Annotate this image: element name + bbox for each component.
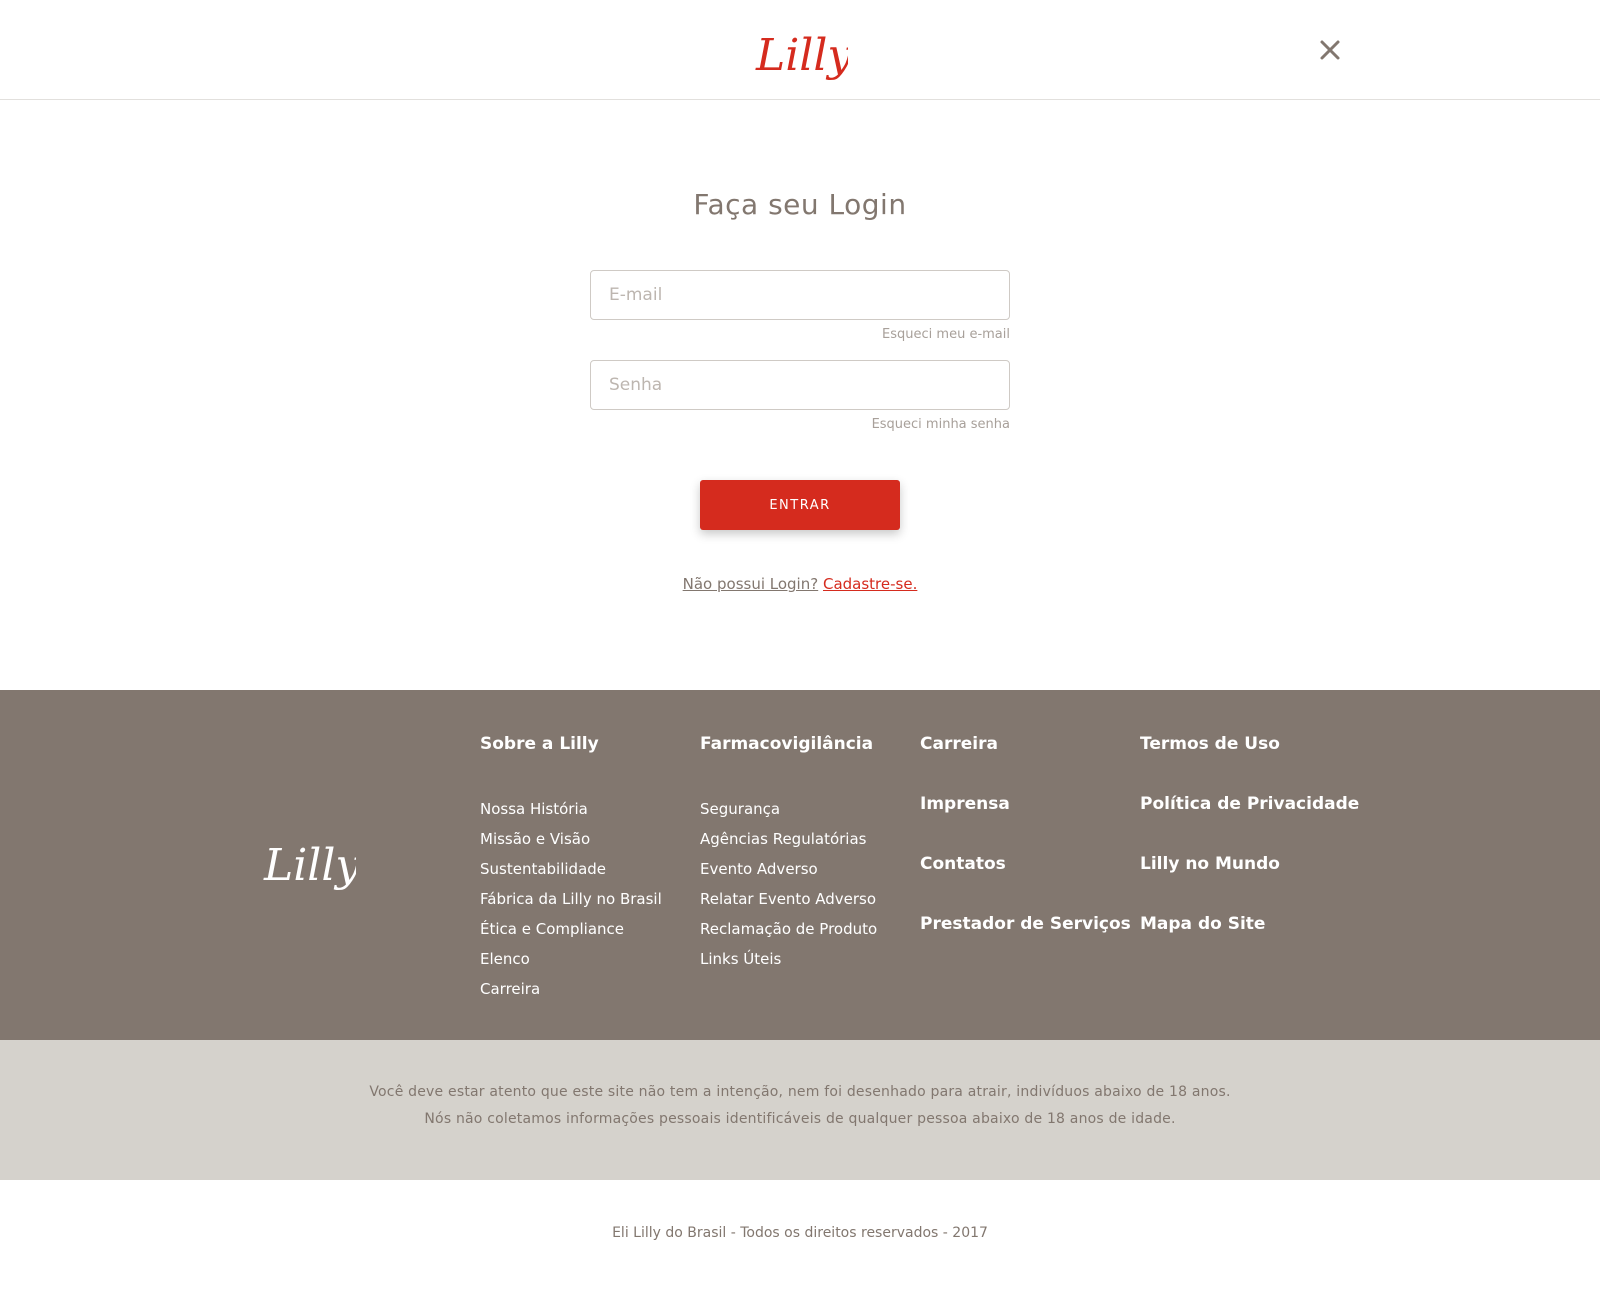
footer-main-link[interactable]: Termos de Uso <box>1140 734 1359 794</box>
footer-about-list: Nossa História Missão e Visão Sustentabi… <box>480 794 662 1004</box>
signup-prompt: Não possui Login? Cadastre-se. <box>0 575 1600 593</box>
footer-main-link[interactable]: Imprensa <box>920 794 1131 854</box>
footer-link[interactable]: Evento Adverso <box>700 854 877 884</box>
login-button[interactable]: ENTRAR <box>700 480 900 530</box>
footer-legal-list: Termos de Uso Política de Privacidade Li… <box>1140 734 1359 974</box>
footer-link[interactable]: Reclamação de Produto <box>700 914 877 944</box>
footer-main-link[interactable]: Carreira <box>920 734 1131 794</box>
password-field[interactable] <box>590 360 1010 410</box>
close-icon[interactable] <box>1316 36 1344 64</box>
footer-link[interactable]: Sustentabilidade <box>480 854 662 884</box>
lilly-logo[interactable]: Lilly <box>752 26 848 84</box>
site-header: Lilly <box>0 0 1600 100</box>
footer-heading-about[interactable]: Sobre a Lilly <box>480 734 662 754</box>
email-field[interactable] <box>590 270 1010 320</box>
forgot-email-link[interactable]: Esqueci meu e-mail <box>590 327 1010 342</box>
disclaimer-line-1: Você deve estar atento que este site não… <box>369 1084 1231 1100</box>
footer-col-about: Sobre a Lilly Nossa História Missão e Vi… <box>480 734 662 1004</box>
footer-link[interactable]: Ética e Compliance <box>480 914 662 944</box>
lilly-logo-footer[interactable]: Lilly <box>260 836 356 894</box>
footer-main-link[interactable]: Lilly no Mundo <box>1140 854 1359 914</box>
footer-main-link[interactable]: Prestador de Serviços <box>920 914 1131 974</box>
copyright-text: Eli Lilly do Brasil - Todos os direitos … <box>612 1225 988 1241</box>
footer-link[interactable]: Missão e Visão <box>480 824 662 854</box>
footer-link[interactable]: Nossa História <box>480 794 662 824</box>
footer-link[interactable]: Relatar Evento Adverso <box>700 884 877 914</box>
signup-link[interactable]: Cadastre-se. <box>823 575 917 593</box>
footer-col-pharma: Farmacovigilância Segurança Agências Reg… <box>700 734 877 974</box>
footer-company-list: Carreira Imprensa Contatos Prestador de … <box>920 734 1131 974</box>
signup-question: Não possui Login? <box>682 575 819 593</box>
page-title: Faça seu Login <box>693 188 907 221</box>
footer-main-link[interactable]: Mapa do Site <box>1140 914 1359 974</box>
age-disclaimer: Você deve estar atento que este site não… <box>0 1040 1600 1180</box>
site-footer: Lilly Sobre a Lilly Nossa História Missã… <box>0 690 1600 1040</box>
disclaimer-line-2: Nós não coletamos informações pessoais i… <box>424 1111 1176 1127</box>
footer-link[interactable]: Elenco <box>480 944 662 974</box>
footer-main-link[interactable]: Contatos <box>920 854 1131 914</box>
footer-link[interactable]: Segurança <box>700 794 877 824</box>
footer-pharma-list: Segurança Agências Regulatórias Evento A… <box>700 794 877 974</box>
footer-link[interactable]: Carreira <box>480 974 662 1004</box>
svg-text:Lilly: Lilly <box>755 30 848 81</box>
footer-link[interactable]: Agências Regulatórias <box>700 824 877 854</box>
footer-col-legal: Termos de Uso Política de Privacidade Li… <box>1140 734 1359 974</box>
svg-text:Lilly: Lilly <box>263 840 356 891</box>
footer-heading-pharma[interactable]: Farmacovigilância <box>700 734 877 754</box>
footer-link[interactable]: Links Úteis <box>700 944 877 974</box>
footer-col-company: Carreira Imprensa Contatos Prestador de … <box>920 734 1131 974</box>
forgot-password-link[interactable]: Esqueci minha senha <box>590 417 1010 432</box>
footer-main-link[interactable]: Política de Privacidade <box>1140 794 1359 854</box>
footer-link[interactable]: Fábrica da Lilly no Brasil <box>480 884 662 914</box>
